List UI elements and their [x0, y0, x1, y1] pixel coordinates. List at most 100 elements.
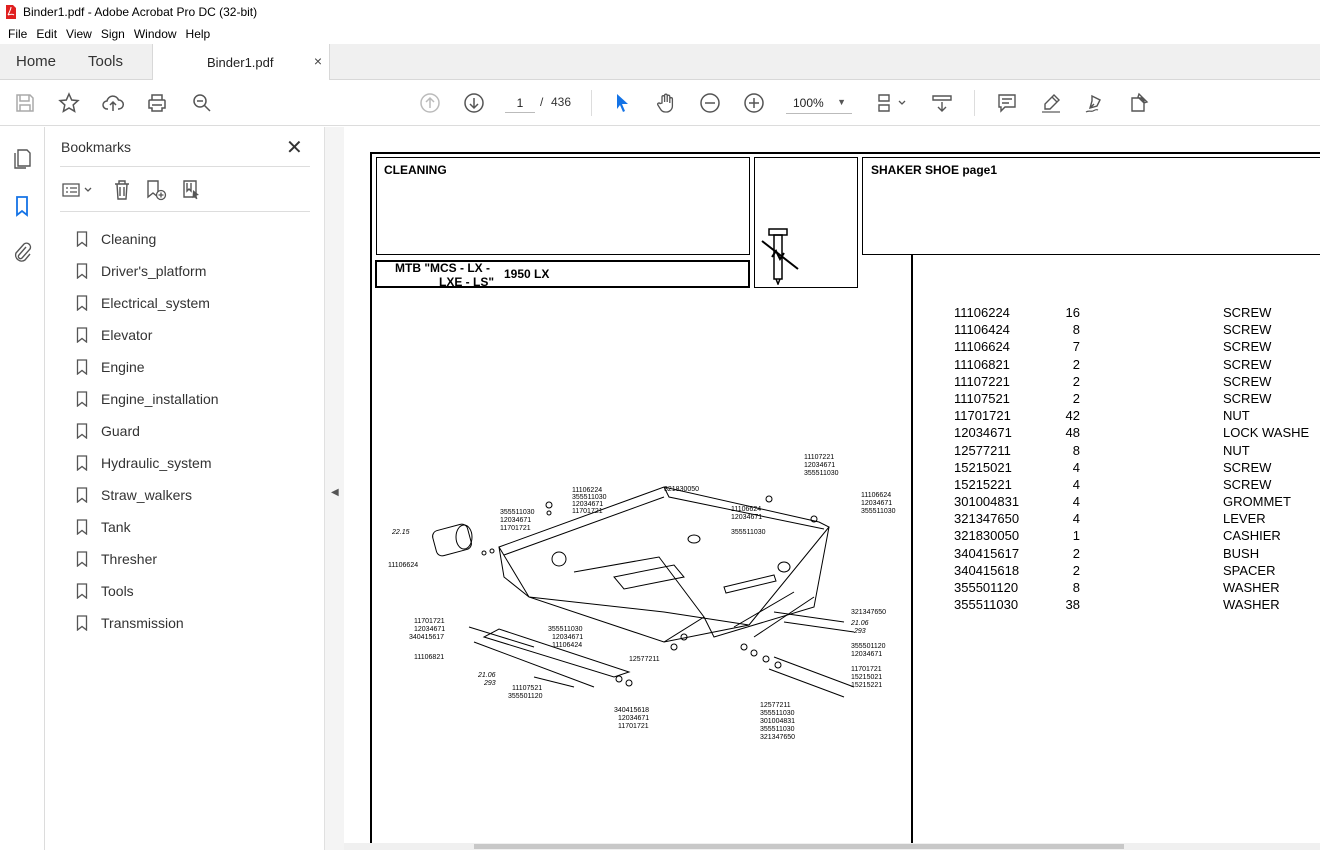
bookmark-item[interactable]: Thresher: [76, 543, 316, 575]
part-quantity: 2: [1072, 373, 1080, 389]
print-icon[interactable]: [145, 91, 169, 115]
bookmark-item[interactable]: Electrical_system: [76, 287, 316, 319]
panel-divider: [60, 166, 310, 167]
parts-row: 11106624 7 SCREW: [954, 339, 1320, 356]
sign-pen-icon[interactable]: [1083, 91, 1107, 115]
tab-tools[interactable]: Tools: [88, 53, 123, 70]
part-number: 11106624: [954, 339, 1010, 355]
menu-sign[interactable]: Sign: [101, 27, 125, 41]
bookmark-label: Transmission: [101, 615, 184, 631]
model-number: 1950 LX: [504, 267, 550, 281]
part-description: SCREW: [1223, 459, 1272, 475]
delete-bookmark-icon[interactable]: [110, 178, 134, 202]
part-description: SCREW: [1223, 476, 1272, 492]
part-quantity: 2: [1072, 390, 1080, 406]
bookmark-icon: [76, 391, 88, 407]
bookmarks-icon[interactable]: [11, 194, 33, 218]
bookmark-item[interactable]: Guard: [76, 415, 316, 447]
previous-page-icon[interactable]: [418, 91, 442, 115]
part-number: 340415618: [954, 562, 1020, 578]
part-quantity: 4: [1072, 476, 1080, 492]
bookmark-label: Guard: [101, 423, 140, 439]
part-description: SPACER: [1223, 562, 1276, 578]
comment-icon[interactable]: [995, 91, 1019, 115]
save-icon[interactable]: [13, 91, 37, 115]
bookmark-label: Thresher: [101, 551, 158, 567]
parts-row: 11107221 2 SCREW: [954, 374, 1320, 391]
parts-row: 321830050 1 CASHIER: [954, 528, 1320, 545]
part-number: 15215221: [954, 476, 1012, 492]
upload-cloud-icon[interactable]: [101, 91, 125, 115]
panel-splitter[interactable]: ◀: [324, 127, 344, 850]
zoom-in-icon[interactable]: [742, 91, 766, 115]
bookmark-item[interactable]: Hydraulic_system: [76, 447, 316, 479]
close-icon[interactable]: ✕: [286, 135, 303, 160]
page-total: 436: [551, 95, 572, 109]
page-fit-icon[interactable]: [874, 91, 910, 115]
part-quantity: 2: [1072, 545, 1080, 561]
bookmark-item[interactable]: Tools: [76, 575, 316, 607]
highlight-pen-icon[interactable]: [1039, 91, 1063, 115]
diagram-label: 321347650: [760, 734, 795, 741]
zoom-level-dropdown[interactable]: 100% ▼: [786, 92, 852, 114]
collapse-panel-icon[interactable]: ◀: [331, 487, 339, 498]
chevron-down-icon: ▼: [837, 97, 846, 107]
menu-edit[interactable]: Edit: [36, 27, 57, 41]
bookmark-label: Straw_walkers: [101, 487, 193, 503]
bookmark-label: Hydraulic_system: [101, 455, 212, 471]
scroll-mode-icon[interactable]: [930, 91, 954, 115]
menu-help[interactable]: Help: [186, 27, 211, 41]
part-number: 11106224: [954, 305, 1010, 320]
diagram-label: 11106624: [861, 492, 891, 499]
zoom-level-value: 100%: [793, 95, 824, 110]
tab-close-icon[interactable]: ×: [314, 53, 322, 69]
bookmark-icon: [76, 487, 88, 503]
attachments-paperclip-icon[interactable]: [11, 240, 33, 264]
frame-left-line: [370, 152, 372, 850]
part-description: SCREW: [1223, 305, 1272, 320]
bookmarks-title: Bookmarks: [61, 139, 132, 155]
star-icon[interactable]: [57, 91, 81, 115]
part-description: SCREW: [1223, 339, 1272, 355]
parts-row: 15215021 4 SCREW: [954, 460, 1320, 477]
select-cursor-icon[interactable]: [610, 91, 634, 115]
bookmark-options-icon[interactable]: [60, 178, 96, 202]
group-title: SHAKER SHOE page1: [871, 163, 998, 177]
horizontal-scrollbar[interactable]: [344, 843, 1320, 850]
window-title: Binder1.pdf - Adobe Acrobat Pro DC (32-b…: [23, 5, 258, 19]
diagram-label: 12034671: [804, 462, 835, 469]
part-quantity: 4: [1072, 511, 1080, 527]
bookmark-from-selection-icon[interactable]: [180, 178, 204, 202]
diagram-label: 12034671: [618, 715, 649, 722]
page-number-input[interactable]: [505, 93, 535, 113]
bookmark-item[interactable]: Cleaning: [76, 223, 316, 255]
part-number: 355501120: [954, 580, 1019, 595]
next-page-icon[interactable]: [462, 91, 486, 115]
tab-home[interactable]: Home: [16, 53, 56, 70]
scrollbar-thumb[interactable]: [474, 844, 1124, 849]
bookmark-item[interactable]: Elevator: [76, 319, 316, 351]
parts-row: 11106224 16 SCREW: [954, 305, 1320, 322]
new-bookmark-icon[interactable]: [144, 178, 168, 202]
document-viewport[interactable]: CLEANING MTB "MCS - LX - LXE - LS" 1950 …: [344, 127, 1320, 850]
hand-tool-icon[interactable]: [654, 91, 678, 115]
diagram-label: 355511030: [760, 710, 795, 717]
zoom-out-icon[interactable]: [698, 91, 722, 115]
bookmark-icon: [76, 455, 88, 471]
menu-view[interactable]: View: [66, 27, 92, 41]
part-number: 11106821: [954, 356, 1010, 372]
tab-document[interactable]: Binder1.pdf ×: [152, 44, 330, 81]
page-thumbnails-icon[interactable]: [11, 147, 33, 171]
bookmark-item[interactable]: Engine_installation: [76, 383, 316, 415]
menu-window[interactable]: Window: [134, 27, 177, 41]
menu-file[interactable]: File: [8, 27, 27, 41]
diagram-label: 21.06: [850, 620, 869, 627]
edit-pdf-icon[interactable]: [1127, 91, 1151, 115]
bookmark-item[interactable]: Engine: [76, 351, 316, 383]
bookmark-item[interactable]: Straw_walkers: [76, 479, 316, 511]
bookmark-item[interactable]: Driver's_platform: [76, 255, 316, 287]
bookmark-item[interactable]: Transmission: [76, 607, 316, 639]
wrench-part-icon: [761, 228, 799, 285]
search-zoom-icon[interactable]: [190, 91, 214, 115]
bookmark-item[interactable]: Tank: [76, 511, 316, 543]
